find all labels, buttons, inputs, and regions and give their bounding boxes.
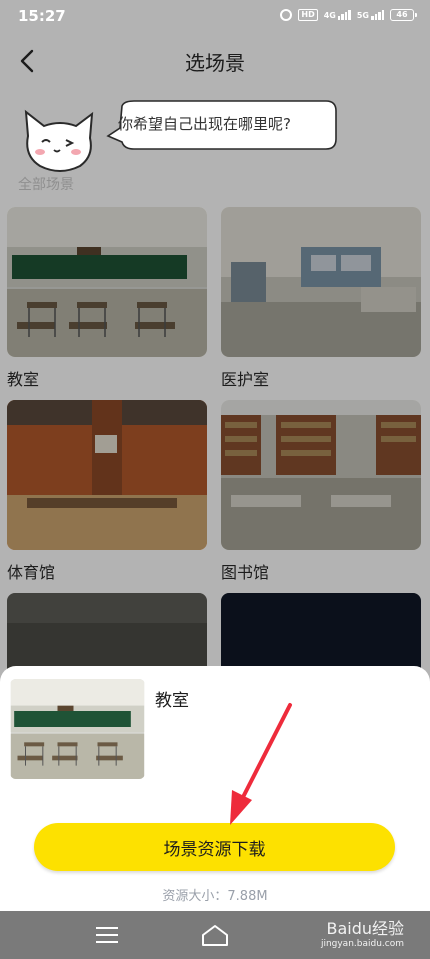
- scene-label-gymnasium: 体育馆: [7, 563, 56, 582]
- scene-card-infirmary[interactable]: [221, 207, 421, 357]
- download-sheet: 教室 场景资源下载 资源大小：7.88M: [0, 666, 430, 911]
- classroom-thumbnail-image: [10, 679, 145, 779]
- scene-card-classroom[interactable]: [7, 207, 207, 357]
- library-image: [221, 400, 421, 550]
- selected-scene-title: 教室: [155, 691, 189, 711]
- infirmary-image: [221, 207, 421, 357]
- net1-label: 4G: [323, 11, 336, 20]
- battery-icon: 46: [390, 9, 417, 21]
- scene-label-library: 图书馆: [221, 563, 270, 582]
- cat-mascot-icon: [24, 109, 94, 172]
- signal-4g-icon: 4G: [324, 10, 351, 20]
- scene-card-library[interactable]: [221, 400, 421, 550]
- net2-label: 5G: [356, 11, 369, 20]
- download-resource-button[interactable]: 场景资源下载: [34, 823, 395, 871]
- gymnasium-image: [7, 400, 207, 550]
- menu-icon[interactable]: [96, 927, 120, 943]
- page-header: 选场景: [0, 34, 430, 88]
- mascot-speech: 你希望自己出现在哪里呢?: [118, 115, 291, 133]
- status-time: 15:27: [18, 7, 66, 25]
- hd-badge: HD: [298, 9, 318, 21]
- watermark-sub: jingyan.baidu.com: [320, 939, 404, 949]
- scene-label-classroom: 教室: [7, 370, 40, 389]
- section-label: 全部场景: [18, 177, 74, 193]
- classroom-image: [7, 207, 207, 357]
- watermark-text: Baidu经验: [326, 919, 404, 938]
- alarm-icon: [280, 9, 293, 21]
- page-title: 选场景: [185, 51, 245, 75]
- status-icons: HD 4G 5G 46: [280, 9, 417, 21]
- signal-5g-icon: 5G: [357, 10, 384, 20]
- system-nav-bar: Baidu经验 jingyan.baidu.com: [0, 911, 430, 959]
- status-bar: 15:27 HD 4G 5G 46: [0, 0, 430, 34]
- selected-scene-thumbnail: [10, 679, 145, 779]
- resource-size: 资源大小：7.88M: [162, 889, 268, 904]
- baidu-watermark: Baidu经验 jingyan.baidu.com: [321, 915, 404, 949]
- scene-card-gymnasium[interactable]: [7, 400, 207, 550]
- scene-label-infirmary: 医护室: [221, 370, 270, 389]
- home-icon[interactable]: [200, 923, 230, 947]
